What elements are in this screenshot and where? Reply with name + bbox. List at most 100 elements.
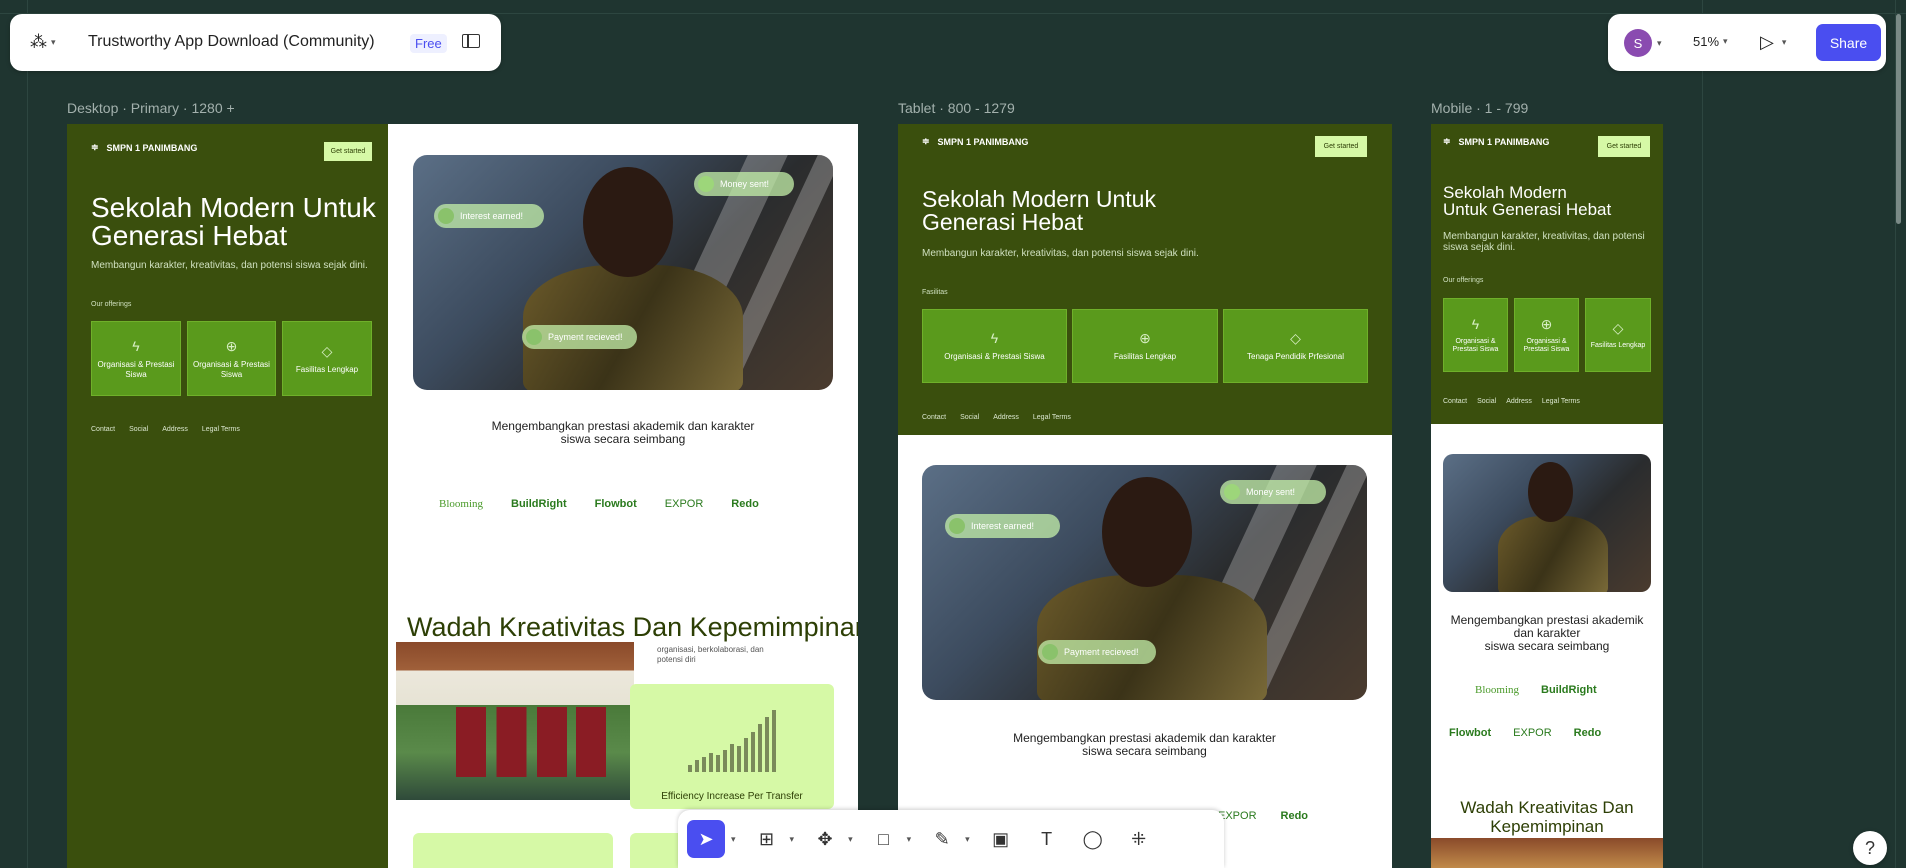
- mobile-offerings-label: Our offerings: [1443, 277, 1484, 284]
- desktop-section-sub: organisasi, berkolaborasi, dan potensi d…: [657, 645, 764, 664]
- chevron-down-icon: ▾: [1657, 37, 1662, 48]
- avatar-menu[interactable]: S ▾: [1624, 29, 1662, 57]
- avatar: S: [1624, 29, 1652, 57]
- chevron-down-icon[interactable]: ▾: [731, 834, 736, 845]
- tablet-hero-panel: ≑ SMPN 1 PANIMBANG Get started Sekolah M…: [898, 124, 1392, 435]
- mobile-hero-panel: ≑ SMPN 1 PANIMBANG Get started Sekolah M…: [1431, 124, 1663, 424]
- figma-menu-icon: ⁂: [30, 32, 47, 51]
- frame-tool-icon[interactable]: ⊞: [754, 829, 780, 850]
- footer-link[interactable]: Social: [960, 414, 979, 421]
- image-tool-icon[interactable]: ▣: [988, 829, 1014, 850]
- mobile-card-3: ◇ Fasilitas Lengkap: [1585, 298, 1651, 372]
- zoom-level: 51%: [1693, 34, 1720, 49]
- desktop-get-started-button[interactable]: Get started: [324, 142, 372, 161]
- logo-icon: ≑: [1443, 136, 1451, 146]
- file-panel: ⁂ ▾ Trustworthy App Download (Community)…: [10, 14, 501, 71]
- footer-link[interactable]: Address: [1506, 398, 1532, 405]
- desktop-pill-payment: Payment recieved!: [522, 325, 637, 349]
- desktop-hero-sub: Membangun karakter, kreativitas, dan pot…: [91, 260, 368, 271]
- move-tool-icon[interactable]: ➤: [687, 820, 725, 858]
- chevron-down-icon[interactable]: ▾: [848, 834, 853, 845]
- tablet-frame[interactable]: ≑ SMPN 1 PANIMBANG Get started Sekolah M…: [898, 124, 1392, 868]
- mobile-hero-photo: [1443, 454, 1651, 592]
- chevron-down-icon: ▾: [51, 36, 56, 47]
- help-button[interactable]: ?: [1853, 831, 1887, 865]
- footer-link[interactable]: Contact: [91, 426, 115, 433]
- bar-chart-graphic: [688, 710, 776, 772]
- footer-link[interactable]: Legal Terms: [1542, 398, 1580, 405]
- comment-tool-icon[interactable]: ◯: [1080, 829, 1106, 850]
- vertical-scrollbar[interactable]: [1896, 14, 1901, 224]
- tablet-card-3: ◇ Tenaga Pendidik Prfesional: [1223, 309, 1368, 383]
- sidebar-toggle-icon[interactable]: [462, 34, 480, 48]
- desktop-card-1: ϟ Organisasi & Prestasi Siswa: [91, 321, 181, 396]
- mobile-hero-sub: Membangun karakter, kreativitas, dan pot…: [1443, 231, 1645, 253]
- top-right-panel: S ▾ 51% ▾ ▷ ▾ Share: [1608, 14, 1886, 71]
- footer-link[interactable]: Social: [129, 426, 148, 433]
- logo-icon: ≑: [922, 136, 930, 146]
- tablet-hero-title: Sekolah Modern Untuk Generasi Hebat: [922, 186, 1156, 235]
- mobile-section-title: Wadah Kreativitas Dan Kepemimpinan: [1460, 798, 1634, 836]
- pen-tool-icon[interactable]: ✎: [929, 829, 955, 850]
- footer-link[interactable]: Legal Terms: [202, 426, 240, 433]
- desktop-left-panel: ≑ SMPN 1 PANIMBANG Get started Sekolah M…: [67, 124, 388, 868]
- desktop-pill-money: Money sent!: [694, 172, 794, 196]
- actions-tool-icon[interactable]: ⁜: [1126, 829, 1152, 850]
- mobile-frame[interactable]: ≑ SMPN 1 PANIMBANG Get started Sekolah M…: [1431, 124, 1663, 868]
- globe-icon: ⊕: [1139, 330, 1151, 347]
- desktop-tagline: Mengembangkan prestasi akademik dan kara…: [491, 419, 755, 447]
- tablet-logo: ≑ SMPN 1 PANIMBANG: [922, 136, 1029, 147]
- chevron-down-icon: ▾: [1781, 37, 1787, 47]
- chevron-down-icon[interactable]: ▾: [907, 834, 912, 845]
- main-menu-button[interactable]: ⁂ ▾: [30, 32, 56, 52]
- desktop-card-lower-1: [413, 833, 613, 868]
- students-photo: [396, 642, 634, 800]
- tablet-fasilitas-label: Fasilitas: [922, 289, 948, 296]
- mobile-get-started-button[interactable]: Get started: [1598, 136, 1650, 157]
- desktop-logo: ≑ SMPN 1 PANIMBANG: [91, 142, 198, 153]
- chart-caption: Efficiency Increase Per Transfer: [661, 791, 803, 802]
- footer-link[interactable]: Social: [1477, 398, 1496, 405]
- globe-icon: ⊕: [1540, 315, 1553, 332]
- tablet-card-1: ϟ Organisasi & Prestasi Siswa: [922, 309, 1067, 383]
- chevron-down-icon: ▾: [1723, 36, 1728, 46]
- chevron-down-icon[interactable]: ▾: [790, 834, 795, 845]
- tablet-footer-links: Contact Social Address Legal Terms: [922, 414, 1071, 421]
- tablet-logos: EXPOR Redo: [1218, 810, 1308, 822]
- desktop-frame[interactable]: ≑ SMPN 1 PANIMBANG Get started Sekolah M…: [67, 124, 858, 868]
- chevron-down-icon[interactable]: ▾: [965, 834, 970, 845]
- mobile-tagline: Mengembangkan prestasi akademik dan kara…: [1450, 613, 1644, 654]
- lightning-icon: ϟ: [1471, 315, 1480, 332]
- footer-link[interactable]: Contact: [1443, 398, 1467, 405]
- logo-redo: Redo: [1280, 810, 1309, 822]
- mobile-hero-title: Sekolah Modern Untuk Generasi Hebat: [1443, 183, 1612, 219]
- shield-icon: ◇: [1612, 319, 1624, 336]
- footer-link[interactable]: Address: [162, 426, 188, 433]
- desktop-card-3: ◇ Fasilitas Lengkap: [282, 321, 372, 396]
- logo-expor: EXPOR: [1513, 727, 1552, 739]
- text-tool-icon[interactable]: T: [1034, 829, 1060, 850]
- tablet-frame-label[interactable]: Tablet · 800 - 1279: [898, 100, 1015, 116]
- logo-expor: EXPOR: [664, 498, 704, 510]
- mobile-frame-label[interactable]: Mobile · 1 - 799: [1431, 100, 1528, 116]
- zoom-menu[interactable]: 51% ▾: [1693, 34, 1728, 49]
- tablet-pill-payment: Payment recieved!: [1038, 640, 1156, 664]
- file-title[interactable]: Trustworthy App Download (Community): [88, 33, 375, 51]
- share-button[interactable]: Share: [1816, 24, 1881, 61]
- footer-link[interactable]: Contact: [922, 414, 946, 421]
- mobile-logos-row1: Blooming BuildRight: [1475, 684, 1597, 696]
- logo-redo: Redo: [731, 498, 759, 510]
- desktop-frame-label[interactable]: Desktop · Primary · 1280 +: [67, 100, 235, 116]
- component-tool-icon[interactable]: ✥: [812, 829, 838, 850]
- bottom-toolbar: ➤ ▾ ⊞ ▾ ✥ ▾ □ ▾ ✎ ▾ ▣ T ◯ ⁜: [678, 810, 1224, 868]
- footer-link[interactable]: Address: [993, 414, 1019, 421]
- desktop-card-2: ⊕ Organisasi & Prestasi Siswa: [187, 321, 276, 396]
- tablet-tagline: Mengembangkan prestasi akademik dan kara…: [1013, 731, 1276, 759]
- tablet-get-started-button[interactable]: Get started: [1315, 136, 1367, 157]
- tablet-card-2: ⊕ Fasilitas Lengkap: [1072, 309, 1218, 383]
- footer-link[interactable]: Legal Terms: [1033, 414, 1071, 421]
- desktop-offerings-label: Our offerings: [91, 301, 132, 308]
- rectangle-tool-icon[interactable]: □: [871, 829, 897, 850]
- plan-badge[interactable]: Free: [410, 34, 447, 53]
- present-button[interactable]: ▷ ▾: [1760, 32, 1786, 53]
